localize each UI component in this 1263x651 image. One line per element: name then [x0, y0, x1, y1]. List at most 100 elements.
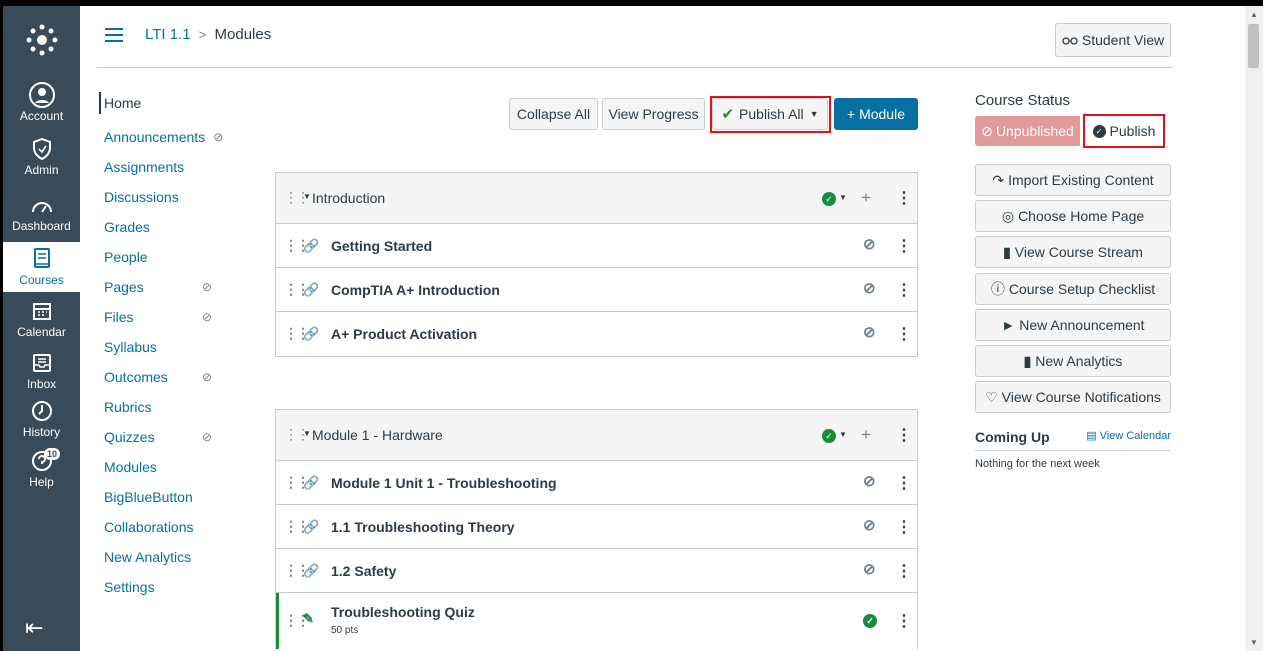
view-course-notifications-button[interactable]: ♡ View Course Notifications	[975, 381, 1171, 413]
add-item-icon[interactable]: +	[861, 188, 871, 208]
module-item[interactable]: ⋮⋮ 🔗 Module 1 Unit 1 - Troubleshooting ⊘…	[276, 461, 917, 505]
kebab-menu-icon[interactable]: ⋮	[896, 280, 912, 300]
caret-down-icon[interactable]: ▼	[839, 430, 847, 439]
add-item-icon[interactable]: +	[861, 425, 871, 445]
course-nav-quizzes[interactable]: Quizzes ⊘	[99, 422, 239, 452]
scroll-up-icon[interactable]: ▲	[1250, 10, 1258, 19]
coming-up-header: Coming Up ▤ View Calendar	[975, 429, 1171, 451]
kebab-menu-icon[interactable]: ⋮	[896, 324, 912, 344]
unpublished-button[interactable]: ⊘ Unpublished	[975, 116, 1080, 146]
global-nav-history[interactable]: History	[3, 398, 80, 444]
course-nav-settings[interactable]: Settings	[99, 572, 239, 602]
collapse-nav-icon[interactable]: ⇤	[25, 615, 43, 641]
course-nav-pages[interactable]: Pages ⊘	[99, 272, 239, 302]
course-nav-grades[interactable]: Grades	[99, 212, 239, 242]
view-progress-button[interactable]: View Progress	[602, 98, 705, 130]
course-nav-modules[interactable]: Modules	[99, 452, 239, 482]
collapse-all-button[interactable]: Collapse All	[509, 98, 598, 130]
unpublished-icon[interactable]: ⊘	[863, 323, 876, 341]
course-nav-label: Pages	[104, 279, 144, 295]
unpublished-icon[interactable]: ⊘	[863, 235, 876, 253]
module-item[interactable]: ⋮⋮ 🔗 A+ Product Activation ⊘ ⋮	[276, 312, 917, 356]
module-header[interactable]: ⋮⋮ ▼ Module 1 - Hardware ✓ ▼ + ⋮	[276, 410, 917, 461]
module-item[interactable]: ⋮⋮ 🔗 1.2 Safety ⊘ ⋮	[276, 549, 917, 593]
unpublished-icon[interactable]: ⊘	[863, 560, 876, 578]
global-nav-calendar[interactable]: Calendar	[3, 298, 80, 344]
global-nav-admin[interactable]: Admin	[3, 136, 80, 182]
kebab-menu-icon[interactable]: ⋮	[896, 188, 912, 208]
course-nav-discussions[interactable]: Discussions	[99, 182, 239, 212]
global-nav-inbox[interactable]: Inbox	[3, 350, 80, 396]
module-item-title[interactable]: 1.1 Troubleshooting Theory	[331, 519, 515, 535]
course-nav-people[interactable]: People	[99, 242, 239, 272]
choose-home-page-button[interactable]: ◎ Choose Home Page	[975, 200, 1171, 232]
module-item-title[interactable]: A+ Product Activation	[331, 326, 477, 342]
button-label: Import Existing Content	[1008, 172, 1154, 188]
course-nav-bigbluebutton[interactable]: BigBlueButton	[99, 482, 239, 512]
course-nav-outcomes[interactable]: Outcomes ⊘	[99, 362, 239, 392]
view-calendar-link[interactable]: ▤ View Calendar	[1086, 429, 1171, 442]
module-item-title[interactable]: Troubleshooting Quiz	[331, 604, 475, 620]
link-icon: 🔗	[303, 282, 320, 297]
published-check-icon[interactable]: ✓	[863, 614, 877, 628]
course-nav-label: Files	[104, 309, 134, 325]
view-course-stream-button[interactable]: ▮ View Course Stream	[975, 236, 1171, 268]
published-check-icon[interactable]: ✓	[822, 429, 836, 443]
module-item[interactable]: ⋮⋮ 🔗 1.1 Troubleshooting Theory ⊘ ⋮	[276, 505, 917, 549]
kebab-menu-icon[interactable]: ⋮	[896, 611, 912, 631]
canvas-logo[interactable]	[3, 20, 80, 60]
module-item[interactable]: ⋮⋮ 🔗 CompTIA A+ Introduction ⊘ ⋮	[276, 268, 917, 312]
course-nav-home[interactable]: Home	[99, 92, 239, 114]
module-item-quiz[interactable]: ⋮⋮ ✎ Troubleshooting Quiz 50 pts ✓ ⋮	[276, 593, 917, 649]
global-nav-help[interactable]: 10 Help	[3, 448, 80, 494]
module-item-title[interactable]: 1.2 Safety	[331, 563, 396, 579]
module-header[interactable]: ⋮⋮ ▼ Introduction ✓ ▼ + ⋮	[276, 173, 917, 224]
hamburger-menu-icon[interactable]	[105, 28, 123, 42]
course-nav-files[interactable]: Files ⊘	[99, 302, 239, 332]
module-item-title[interactable]: Getting Started	[331, 238, 432, 254]
course-setup-checklist-button[interactable]: ⓘ Course Setup Checklist	[975, 273, 1171, 305]
eye-slash-icon: ⊘	[202, 310, 213, 324]
caret-down-icon[interactable]: ▼	[303, 192, 311, 201]
unpublished-icon[interactable]: ⊘	[863, 279, 876, 297]
new-announcement-button[interactable]: ► New Announcement	[975, 309, 1171, 341]
page-scrollbar[interactable]: ▲ ▼	[1245, 6, 1263, 651]
student-view-button[interactable]: Student View	[1055, 23, 1171, 57]
kebab-menu-icon[interactable]: ⋮	[896, 425, 912, 445]
scroll-down-icon[interactable]: ▼	[1250, 638, 1258, 647]
link-icon: 🔗	[303, 475, 320, 490]
publish-button[interactable]: ✓ Publish	[1083, 114, 1165, 148]
course-nav-new-analytics[interactable]: New Analytics	[99, 542, 239, 572]
course-nav-assignments[interactable]: Assignments	[99, 152, 239, 182]
unpublished-icon[interactable]: ⊘	[863, 472, 876, 490]
unpublished-icon[interactable]: ⊘	[863, 516, 876, 534]
global-nav-dashboard[interactable]: Dashboard	[3, 192, 80, 238]
scroll-thumb[interactable]	[1248, 24, 1259, 68]
breadcrumb: LTI 1.1 > Modules	[145, 26, 271, 43]
kebab-menu-icon[interactable]: ⋮	[896, 236, 912, 256]
caret-down-icon[interactable]: ▼	[303, 429, 311, 438]
kebab-menu-icon[interactable]: ⋮	[896, 561, 912, 581]
caret-down-icon[interactable]: ▼	[839, 193, 847, 202]
module-item[interactable]: ⋮⋮ 🔗 Getting Started ⊘ ⋮	[276, 224, 917, 268]
global-nav-courses[interactable]: Courses	[3, 242, 80, 292]
course-nav-announcements[interactable]: Announcements ⊘	[99, 122, 239, 152]
kebab-menu-icon[interactable]: ⋮	[896, 473, 912, 493]
global-nav-account[interactable]: Account	[3, 82, 80, 128]
new-analytics-button[interactable]: ▮ New Analytics	[975, 345, 1171, 377]
global-nav-label: Admin	[24, 163, 59, 177]
breadcrumb-course-link[interactable]: LTI 1.1	[145, 26, 191, 43]
course-nav-collaborations[interactable]: Collaborations	[99, 512, 239, 542]
student-view-label: Student View	[1081, 32, 1165, 48]
add-module-button[interactable]: + Module	[834, 98, 918, 130]
canvas-logo-icon	[26, 24, 57, 56]
import-content-button[interactable]: ↷ Import Existing Content	[975, 164, 1171, 196]
eye-slash-icon: ⊘	[202, 370, 213, 384]
module-item-title[interactable]: CompTIA A+ Introduction	[331, 282, 500, 298]
kebab-menu-icon[interactable]: ⋮	[896, 517, 912, 537]
course-nav-syllabus[interactable]: Syllabus	[99, 332, 239, 362]
module-item-title[interactable]: Module 1 Unit 1 - Troubleshooting	[331, 475, 557, 491]
published-check-icon[interactable]: ✓	[822, 192, 836, 206]
publish-label: Publish	[1109, 123, 1156, 139]
course-nav-rubrics[interactable]: Rubrics	[99, 392, 239, 422]
